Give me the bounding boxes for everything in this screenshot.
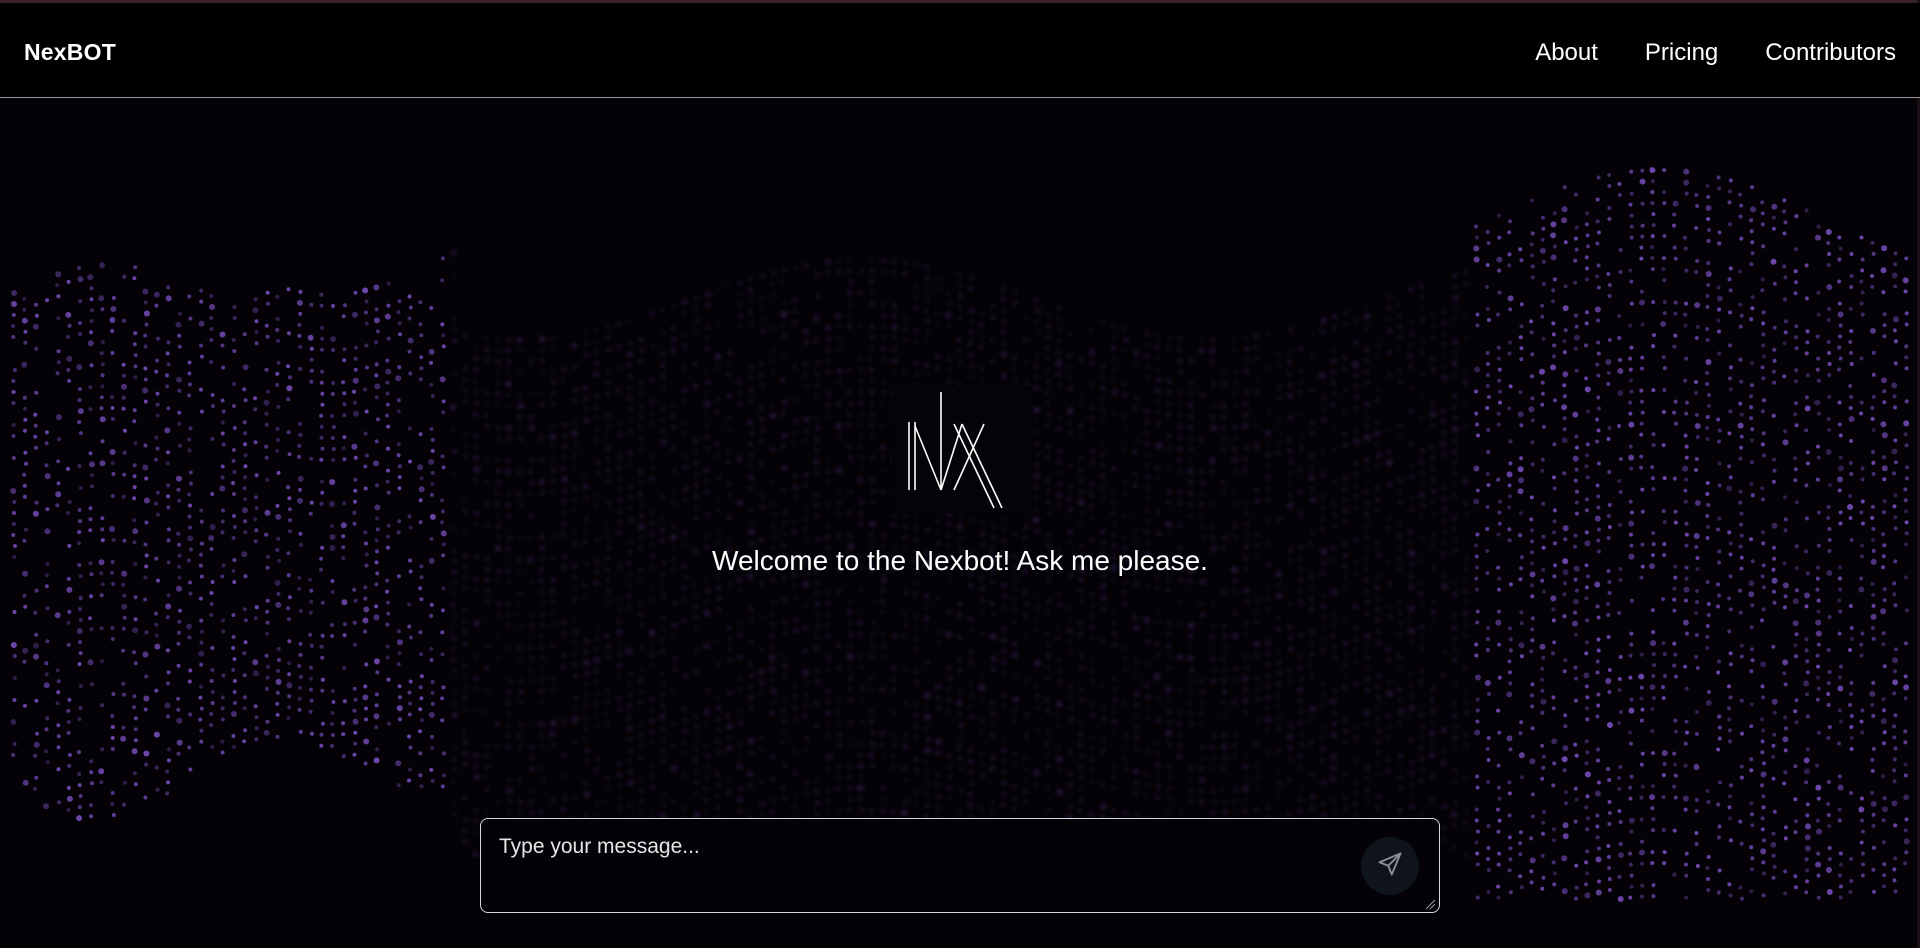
chat-input-container <box>480 818 1440 913</box>
nav-link-about[interactable]: About <box>1535 39 1598 67</box>
send-button[interactable] <box>1361 837 1419 895</box>
nav-links: About Pricing Contributors <box>1535 39 1896 67</box>
brand-logo-text[interactable]: NexBOT <box>24 39 116 66</box>
nav-link-pricing[interactable]: Pricing <box>1645 39 1718 67</box>
welcome-message: Welcome to the Nexbot! Ask me please. <box>712 545 1208 576</box>
nav-link-contributors[interactable]: Contributors <box>1765 39 1896 67</box>
send-icon <box>1376 850 1404 883</box>
resize-grip-icon[interactable] <box>1424 897 1436 910</box>
chat-message-input[interactable] <box>481 819 1341 912</box>
top-navbar: NexBOT About Pricing Contributors <box>0 3 1920 98</box>
nx-logo-icon <box>892 386 1030 514</box>
